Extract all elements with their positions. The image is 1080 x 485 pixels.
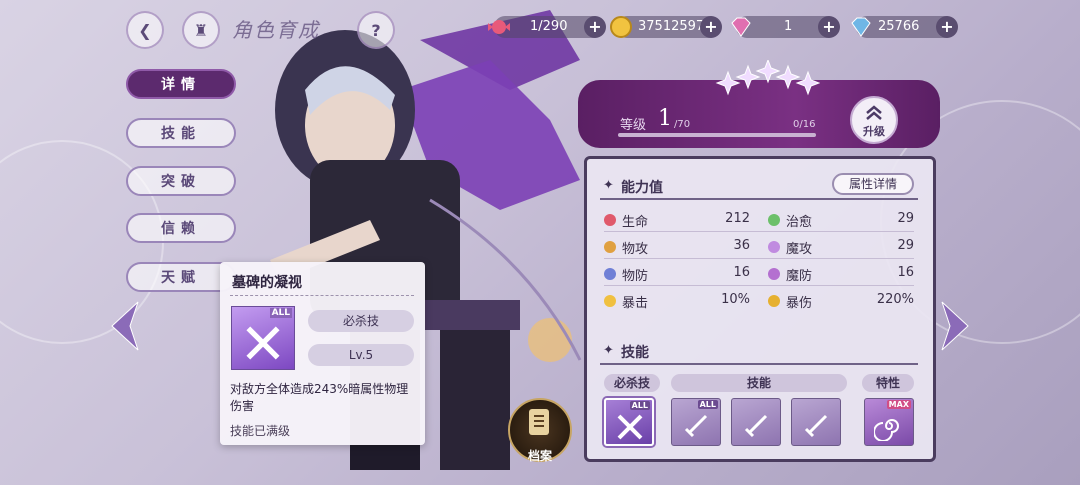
ultimate-header: 必杀技 — [604, 374, 660, 392]
divider — [604, 231, 914, 232]
home-button[interactable]: ♜ — [182, 11, 220, 49]
upgrade-button[interactable]: 升级 — [850, 96, 898, 144]
star-rank-icon — [715, 60, 820, 96]
help-icon: ? — [371, 20, 381, 40]
sparkle-icon: ✦ — [603, 343, 614, 358]
tab-details[interactable]: 详情 — [126, 69, 236, 99]
archive-button[interactable]: 档案 — [508, 398, 572, 463]
skill-type-badge: 必杀技 — [308, 310, 414, 332]
add-gold-button[interactable]: + — [700, 16, 722, 38]
ultimate-skill-icon[interactable]: ALL — [604, 398, 654, 446]
divider — [230, 295, 414, 296]
skill-description: 对敌方全体造成243%暗属性物理伤害 — [230, 382, 409, 413]
stat-physical-attack: 物攻 36 — [604, 238, 750, 257]
level-value: 1 — [658, 106, 672, 131]
divider — [604, 258, 914, 259]
back-arrow-icon: ❮ — [138, 20, 152, 40]
cross-blade-icon — [617, 414, 643, 440]
help-button[interactable]: ? — [357, 11, 395, 49]
crit-icon — [604, 295, 616, 307]
level-max: /70 — [674, 119, 691, 130]
divider — [600, 198, 918, 200]
stat-heal: 治愈 29 — [768, 211, 914, 230]
blue-gem-resource: 25766 + — [851, 16, 958, 38]
add-blue-gem-button[interactable]: + — [936, 16, 958, 38]
skill-name: 墓碑的凝视 — [232, 275, 302, 291]
castle-icon: ♜ — [193, 20, 209, 40]
trait-icon[interactable]: MAX — [864, 398, 914, 446]
cross-blade-icon — [246, 326, 280, 360]
attribute-details-button[interactable]: 属性详情 — [832, 173, 914, 195]
level-exp: 0/16 — [793, 119, 816, 130]
skill-icon-1[interactable]: ALL — [671, 398, 721, 446]
stats-title: 能力值 — [621, 180, 663, 196]
pink-diamond-icon — [731, 17, 751, 37]
tab-breakthrough[interactable]: 突破 — [126, 166, 236, 196]
magic-defense-icon — [768, 268, 780, 280]
heart-icon — [604, 214, 616, 226]
stat-hp: 生命 212 — [604, 211, 750, 230]
pink-gem-resource: 1 + — [731, 16, 840, 38]
physical-defense-icon — [604, 268, 616, 280]
level-label: 等级 — [620, 118, 647, 133]
skill-max-status: 技能已满级 — [230, 424, 291, 438]
page-title: 角色育成 — [232, 18, 320, 42]
ultimate-skill-icon: ALL — [231, 306, 295, 370]
stat-crit-damage: 暴伤 220% — [768, 292, 914, 311]
skill-level-badge: Lv.5 — [308, 344, 414, 366]
skills-title: 技能 — [621, 345, 649, 361]
magic-attack-icon — [768, 241, 780, 253]
skill-header: 技能 — [671, 374, 847, 392]
next-character-arrow-icon[interactable] — [940, 300, 970, 352]
gold-coin-icon — [610, 16, 632, 38]
back-button[interactable]: ❮ — [126, 11, 164, 49]
spiral-icon — [874, 419, 899, 441]
blue-diamond-icon — [851, 17, 871, 37]
skill-icon-3[interactable] — [791, 398, 841, 446]
book-icon — [529, 409, 549, 435]
skill-icon-2[interactable] — [731, 398, 781, 446]
double-chevron-up-icon — [866, 105, 882, 120]
previous-character-arrow-icon[interactable] — [110, 300, 140, 352]
stamina-resource: 1/290 + — [488, 16, 606, 38]
sword-icon — [804, 414, 828, 438]
stat-magic-defense: 魔防 16 — [768, 265, 914, 284]
physical-attack-icon — [604, 241, 616, 253]
stat-magic-attack: 魔攻 29 — [768, 238, 914, 257]
stat-crit: 暴击 10% — [604, 292, 750, 311]
sword-icon — [684, 414, 708, 438]
stat-physical-defense: 物防 16 — [604, 265, 750, 284]
tab-trust[interactable]: 信赖 — [126, 213, 236, 243]
heal-icon — [768, 214, 780, 226]
sparkle-icon: ✦ — [603, 178, 614, 193]
sword-icon — [744, 414, 768, 438]
trait-header: 特性 — [862, 374, 914, 392]
divider — [604, 285, 914, 286]
add-stamina-button[interactable]: + — [584, 16, 606, 38]
add-pink-gem-button[interactable]: + — [818, 16, 840, 38]
crit-damage-icon — [768, 295, 780, 307]
tab-skills[interactable]: 技能 — [126, 118, 236, 148]
divider — [600, 363, 918, 365]
level-exp-bar — [618, 133, 816, 137]
skill-tooltip: 墓碑的凝视 ALL 必杀技 Lv.5 对敌方全体造成243%暗属性物理伤害 技能… — [220, 262, 425, 445]
gold-resource: 37512597 + — [610, 16, 722, 38]
candy-icon — [488, 20, 510, 34]
